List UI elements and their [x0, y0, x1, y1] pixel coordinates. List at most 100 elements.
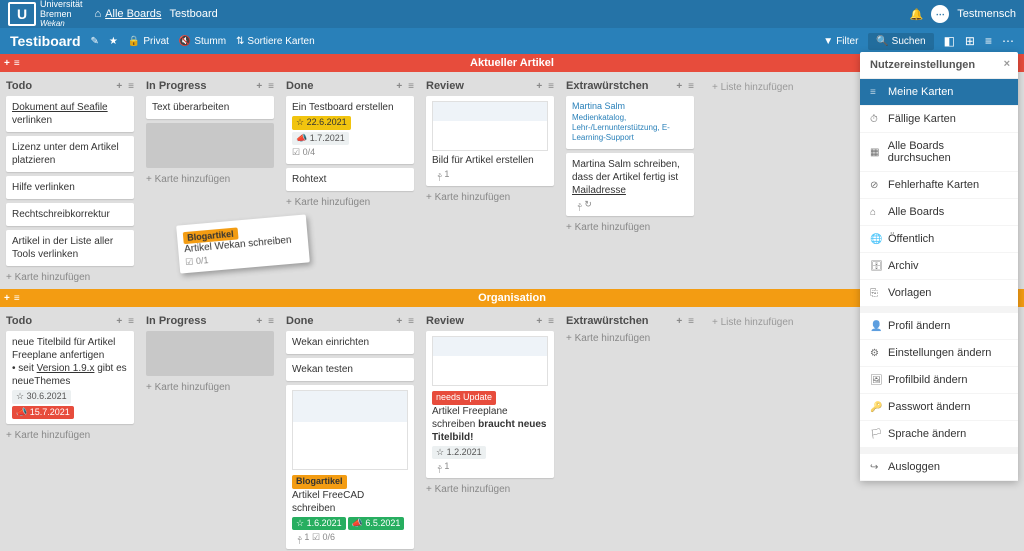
list-header[interactable]: Review+≡	[426, 76, 554, 96]
card-label: Blogartikel	[292, 475, 347, 489]
toolbar-icon-3[interactable]: ≡	[985, 34, 992, 48]
add-list-button[interactable]: + Liste hinzufügen	[706, 311, 834, 334]
list-header[interactable]: Review+≡	[426, 311, 554, 331]
add-card-button[interactable]: + Karte hinzufügen	[566, 220, 694, 235]
lane-menu-icon[interactable]: ≡	[14, 58, 20, 69]
menu-item[interactable]: 🖼Profilbild ändern	[860, 367, 1018, 394]
list-add-icon[interactable]: +	[536, 81, 542, 92]
home-icon[interactable]: ⌂	[95, 8, 102, 20]
list-menu-icon[interactable]: ≡	[268, 316, 274, 327]
star-icon[interactable]: ★	[109, 36, 118, 47]
card[interactable]: neue Titelbild für Artikel Freeplane anf…	[6, 331, 134, 424]
menu-item-label: Sprache ändern	[888, 428, 966, 440]
search-button[interactable]: 🔍 Suchen	[868, 33, 933, 50]
menu-item[interactable]: 🏳Sprache ändern	[860, 421, 1018, 448]
list-menu-icon[interactable]: ≡	[128, 81, 134, 92]
list-menu-icon[interactable]: ≡	[128, 316, 134, 327]
toolbar-icon-4[interactable]: ⋯	[1002, 34, 1014, 48]
add-card-button[interactable]: + Karte hinzufügen	[286, 195, 414, 210]
toolbar-icon-1[interactable]: ◧	[944, 34, 955, 48]
username[interactable]: Testmensch	[957, 8, 1016, 20]
add-card-button[interactable]: + Karte hinzufügen	[6, 428, 134, 443]
menu-item[interactable]: 🌐Öffentlich	[860, 226, 1018, 253]
edit-icon[interactable]: ✎	[91, 36, 99, 47]
list-header[interactable]: Todo+≡	[6, 311, 134, 331]
list-menu-icon[interactable]: ≡	[548, 316, 554, 327]
card[interactable]: Ein Testboard erstellen☆ 22.6.2021📣 1.7.…	[286, 96, 414, 164]
card[interactable]: BlogartikelArtikel FreeCAD schreiben☆ 1.…	[286, 385, 414, 549]
lane-menu-icon[interactable]: ≡	[14, 293, 20, 304]
card[interactable]: Wekan testen	[286, 358, 414, 381]
card[interactable]: Rohtext	[286, 168, 414, 191]
menu-item[interactable]: ≡Meine Karten	[860, 79, 1018, 106]
notifications-icon[interactable]: 🔔	[910, 8, 924, 21]
mute-button[interactable]: 🔇Stumm	[179, 36, 226, 47]
all-boards-link[interactable]: Alle Boards	[105, 8, 161, 20]
card[interactable]: needs UpdateArtikel Freeplane schreiben …	[426, 331, 554, 478]
list-menu-icon[interactable]: ≡	[688, 81, 694, 92]
menu-item[interactable]: ⊘Fehlerhafte Karten	[860, 172, 1018, 199]
lane-add-icon[interactable]: +	[4, 293, 10, 304]
list-menu-icon[interactable]: ≡	[688, 316, 694, 327]
list-header[interactable]: Done+≡	[286, 76, 414, 96]
list-add-icon[interactable]: +	[116, 316, 122, 327]
add-card-button[interactable]: + Karte hinzufügen	[426, 482, 554, 497]
menu-title: Nutzereinstellungen ×	[860, 52, 1018, 79]
card[interactable]: Hilfe verlinken	[6, 176, 134, 199]
list-header[interactable]: In Progress+≡	[146, 311, 274, 331]
menu-item[interactable]: 🔑Passwort ändern	[860, 394, 1018, 421]
list-add-icon[interactable]: +	[256, 316, 262, 327]
list-menu-icon[interactable]: ≡	[408, 316, 414, 327]
list-menu-icon[interactable]: ≡	[548, 81, 554, 92]
privacy-button[interactable]: 🔒Privat	[128, 36, 169, 47]
card[interactable]: Martina SalmMedienkatalog, Lehr-/Lernunt…	[566, 96, 694, 149]
menu-item[interactable]: 🗄Archiv	[860, 253, 1018, 280]
avatar[interactable]: ⋯	[931, 5, 949, 23]
card[interactable]: Text überarbeiten	[146, 96, 274, 119]
lane-add-icon[interactable]: +	[4, 58, 10, 69]
list-add-icon[interactable]: +	[676, 316, 682, 327]
list-header[interactable]: Extrawürstchen+≡	[566, 311, 694, 331]
card[interactable]: Artikel in der Liste aller Tools verlink…	[6, 230, 134, 266]
card[interactable]: Martina Salm schreiben, dass der Artikel…	[566, 153, 694, 216]
sort-button[interactable]: ⇅Sortiere Karten	[236, 36, 315, 47]
card[interactable]: Wekan einrichten	[286, 331, 414, 354]
card[interactable]: Lizenz unter dem Artikel platzieren	[6, 136, 134, 172]
menu-item[interactable]: 👤Profil ändern	[860, 313, 1018, 340]
list-add-icon[interactable]: +	[396, 316, 402, 327]
list-header[interactable]: Extrawürstchen+≡	[566, 76, 694, 96]
menu-item[interactable]: ↪Ausloggen	[860, 454, 1018, 481]
card[interactable]: Dokument auf Seafile verlinken	[6, 96, 134, 132]
list-add-icon[interactable]: +	[256, 81, 262, 92]
list-menu-icon[interactable]: ≡	[408, 81, 414, 92]
list-add-icon[interactable]: +	[116, 81, 122, 92]
list-add-icon[interactable]: +	[396, 81, 402, 92]
menu-item[interactable]: ▦Alle Boards durchsuchen	[860, 133, 1018, 172]
menu-item-icon: ↪	[870, 462, 882, 473]
toolbar-icon-2[interactable]: ⊞	[965, 34, 975, 48]
list-header[interactable]: Todo+≡	[6, 76, 134, 96]
menu-item[interactable]: ⚙Einstellungen ändern	[860, 340, 1018, 367]
card-meta: �န ↻	[572, 199, 688, 211]
card[interactable]: Bild für Artikel erstellen�န 1	[426, 96, 554, 186]
logo[interactable]: U Universität Bremen Wekan	[8, 0, 83, 28]
filter-button[interactable]: ▼Filter	[823, 36, 858, 47]
add-list-button[interactable]: + Liste hinzufügen	[706, 76, 834, 99]
menu-item[interactable]: ⏱Fällige Karten	[860, 106, 1018, 133]
add-card-button[interactable]: + Karte hinzufügen	[6, 270, 134, 285]
list-header[interactable]: In Progress+≡	[146, 76, 274, 96]
add-card-button[interactable]: + Karte hinzufügen	[426, 190, 554, 205]
add-card-button[interactable]: + Karte hinzufügen	[146, 172, 274, 187]
card[interactable]: Rechtschreibkorrektur	[6, 203, 134, 226]
card-meta: �န 1	[432, 169, 548, 181]
menu-item[interactable]: ⌂Alle Boards	[860, 199, 1018, 226]
list-header[interactable]: Done+≡	[286, 311, 414, 331]
menu-item[interactable]: ⎘Vorlagen	[860, 280, 1018, 307]
list-add-icon[interactable]: +	[536, 316, 542, 327]
list-menu-icon[interactable]: ≡	[268, 81, 274, 92]
add-card-button[interactable]: + Karte hinzufügen	[566, 331, 694, 346]
breadcrumb-board[interactable]: Testboard	[169, 8, 217, 20]
add-card-button[interactable]: + Karte hinzufügen	[146, 380, 274, 395]
list-add-icon[interactable]: +	[676, 81, 682, 92]
close-icon[interactable]: ×	[1004, 58, 1010, 70]
